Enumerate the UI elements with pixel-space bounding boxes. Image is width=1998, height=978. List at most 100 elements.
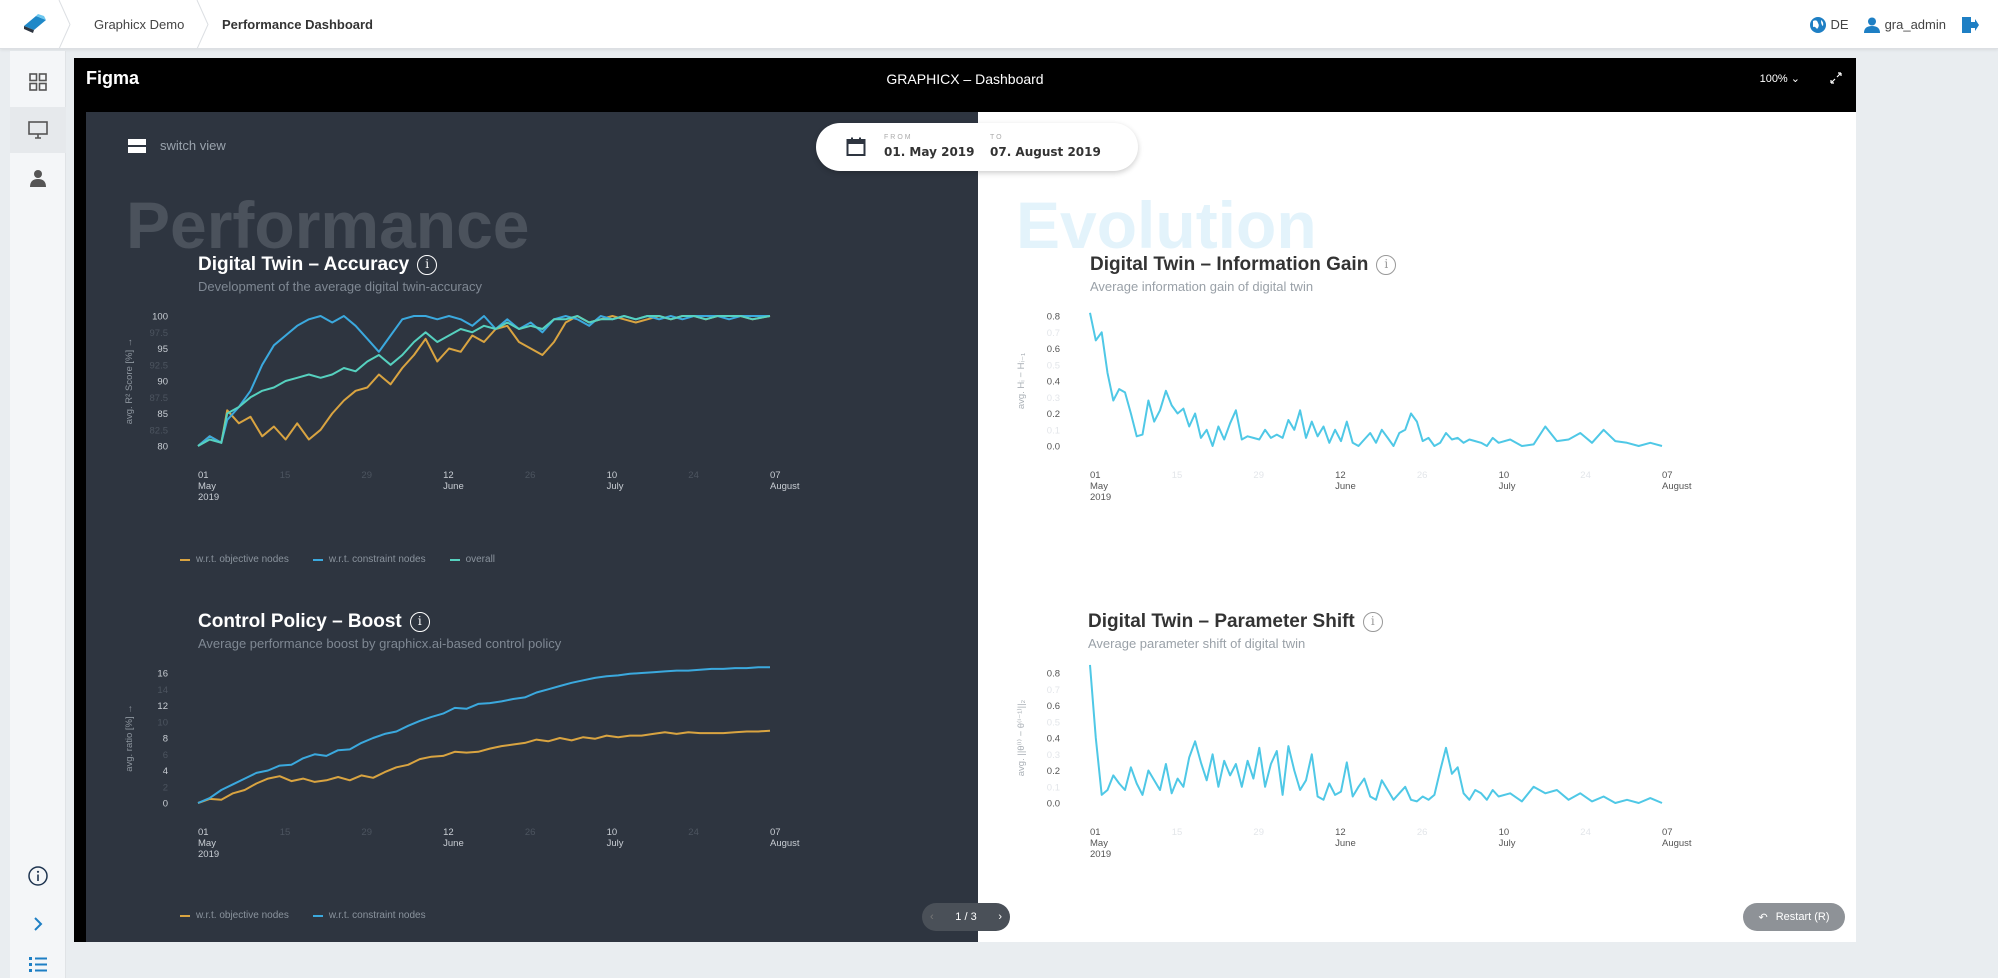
x-tick-day: 26 <box>1417 470 1428 481</box>
x-tick-day: 07 <box>770 827 781 838</box>
logout-button[interactable] <box>1960 15 1984 35</box>
y-tick-label: 4 <box>163 766 168 777</box>
from-date[interactable]: 01. May 2019 <box>884 145 975 159</box>
paramshift-chart: 0.0 0.1 0.2 0.3 0.4 0.5 0.6 0.7 0.8 avg. ||θ⁽ⁱ⁾ −… <box>1016 664 1692 860</box>
y-tick-label: 12 <box>157 701 168 712</box>
person-icon <box>30 170 46 187</box>
y-tick-label: 0.0 <box>1047 442 1060 453</box>
y-tick-label: 0.1 <box>1047 782 1060 793</box>
legend-label: w.r.t. objective nodes <box>196 554 289 565</box>
to-date[interactable]: 07. August 2019 <box>990 145 1101 159</box>
x-tick-year: 2019 <box>1090 849 1111 860</box>
prev-slide-button[interactable]: ‹ <box>930 911 934 923</box>
x-tick-day: 29 <box>1253 470 1264 481</box>
x-tick-day: 29 <box>1253 827 1264 838</box>
x-tick-day: 26 <box>1417 827 1428 838</box>
language-switch[interactable]: DE <box>1809 16 1849 34</box>
date-range-picker[interactable]: FROM 01. May 2019 TO 07. August 2019 <box>816 123 1138 171</box>
legend-label: w.r.t. constraint nodes <box>328 910 426 921</box>
y-tick-label: 0.7 <box>1047 328 1060 339</box>
y-tick-label: 87.5 <box>150 393 169 404</box>
fullscreen-icon[interactable] <box>1828 70 1844 86</box>
y-tick-label: 0.5 <box>1047 360 1060 371</box>
breadcrumb-graphicx-demo[interactable]: Graphicx Demo <box>94 0 184 49</box>
rail-info-button[interactable] <box>10 853 66 899</box>
breadcrumb-performance-dashboard[interactable]: Performance Dashboard <box>222 0 373 49</box>
y-tick-label: 0.4 <box>1047 377 1060 388</box>
user-menu[interactable]: gra_admin <box>1863 16 1946 34</box>
series-line-w-r-t-objective-nodes <box>197 729 771 804</box>
y-tick-label: 82.5 <box>150 425 169 436</box>
y-tick-label: 0.2 <box>1047 409 1060 420</box>
x-tick-day: 12 <box>1335 827 1346 838</box>
x-tick-day: 26 <box>525 827 536 838</box>
grid-icon <box>29 73 47 91</box>
series-line-overall <box>197 315 771 447</box>
x-tick-day: 10 <box>607 470 618 481</box>
y-tick-label: 0.3 <box>1047 393 1060 404</box>
accuracy-chart-title: Digital Twin – Accuracy i <box>198 254 438 276</box>
x-tick-month: July <box>607 838 624 849</box>
legend-label: w.r.t. constraint nodes <box>328 554 426 565</box>
info-icon[interactable]: i <box>417 255 438 275</box>
logout-icon <box>1962 16 1979 33</box>
switch-view-button[interactable]: switch view <box>128 138 226 153</box>
x-tick-day: 10 <box>1499 827 1510 838</box>
boost-chart: 0246810121416avg. ratio [%] →01May201915… <box>124 666 800 860</box>
switch-view-label: switch view <box>160 138 226 153</box>
x-tick-day: 24 <box>688 470 699 481</box>
chevron-right-icon <box>34 917 43 931</box>
x-tick-month: July <box>1499 481 1516 492</box>
legend-item: w.r.t. constraint nodes <box>312 554 426 565</box>
rail-users-button[interactable] <box>10 155 66 201</box>
x-tick-day: 24 <box>1580 827 1591 838</box>
list-icon <box>29 957 47 972</box>
x-tick-day: 24 <box>1580 470 1591 481</box>
topbar-actions: DE gra_admin <box>1809 0 1998 49</box>
calendar-icon <box>846 137 866 156</box>
graphicx-logo-icon[interactable] <box>22 12 48 34</box>
x-tick-day: 29 <box>361 470 372 481</box>
performance-heading: Performance <box>126 188 530 262</box>
legend-item: w.r.t. constraint nodes <box>312 910 426 921</box>
y-tick-label: 0.4 <box>1047 734 1060 745</box>
y-tick-label: 0 <box>163 799 168 810</box>
rail-dashboards-button[interactable] <box>10 59 66 105</box>
x-tick-month: June <box>1335 481 1356 492</box>
y-tick-label: 8 <box>163 734 168 745</box>
info-icon[interactable]: i <box>1362 612 1383 632</box>
x-tick-day: 10 <box>1499 470 1510 481</box>
y-tick-label: 0.7 <box>1047 685 1060 696</box>
y-tick-label: 0.8 <box>1047 312 1060 323</box>
x-tick-month: August <box>1662 838 1692 849</box>
x-tick-day: 01 <box>1090 470 1101 481</box>
y-tick-label: 0.6 <box>1047 701 1060 712</box>
series-line-w-r-t-constraint-nodes <box>197 666 770 804</box>
x-tick-day: 10 <box>607 827 618 838</box>
x-tick-month: August <box>770 838 800 849</box>
x-tick-day: 01 <box>1090 827 1101 838</box>
legend-item: overall <box>449 554 495 565</box>
restart-label: Restart (R) <box>1775 911 1830 923</box>
restart-button[interactable]: ↶ Restart (R) <box>1743 903 1845 931</box>
info-icon[interactable]: i <box>409 612 430 632</box>
y-tick-label: 90 <box>157 377 168 388</box>
username-label: gra_admin <box>1884 17 1946 32</box>
x-tick-day: 12 <box>443 470 454 481</box>
rail-list-button[interactable] <box>10 941 66 978</box>
next-slide-button[interactable]: › <box>998 911 1002 923</box>
x-tick-year: 2019 <box>198 849 219 860</box>
rail-presentation-button[interactable] <box>10 107 66 153</box>
x-tick-month: June <box>443 838 464 849</box>
x-tick-day: 29 <box>361 827 372 838</box>
paramshift-chart-subtitle: Average parameter shift of digital twin <box>1088 636 1306 651</box>
info-icon[interactable]: i <box>1376 255 1397 275</box>
y-tick-label: 95 <box>157 344 168 355</box>
x-tick-day: 15 <box>280 827 291 838</box>
zoom-dropdown[interactable]: 100% ⌄ <box>1760 72 1800 85</box>
boost-title-text: Control Policy – Boost <box>198 611 402 632</box>
legend-label: w.r.t. objective nodes <box>196 910 289 921</box>
x-tick-day: 01 <box>198 470 209 481</box>
x-tick-month: May <box>1090 481 1108 492</box>
x-tick-day: 07 <box>770 470 781 481</box>
